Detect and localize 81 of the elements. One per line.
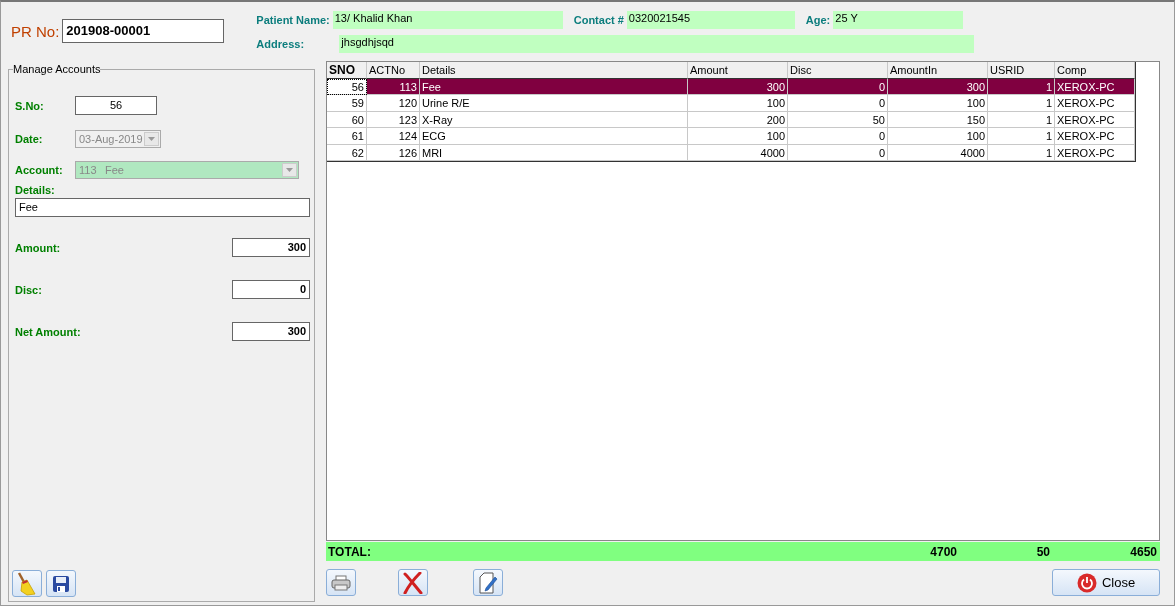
table-cell: 100 — [688, 95, 788, 112]
table-cell: 120 — [367, 95, 420, 112]
print-button[interactable] — [326, 569, 356, 596]
column-header[interactable]: Amount — [688, 62, 788, 79]
address-value: jhsgdhjsqd — [339, 35, 975, 53]
total-discount: 50 — [1035, 544, 1050, 559]
delete-button[interactable] — [398, 569, 428, 596]
table-cell: Urine R/E — [420, 95, 688, 112]
table-cell: 50 — [788, 111, 888, 128]
table-cell: 100 — [888, 95, 988, 112]
save-button[interactable] — [46, 570, 76, 597]
patient-field-label: Age: — [805, 14, 831, 26]
table-cell: 1 — [988, 95, 1055, 112]
dropdown-arrow-icon — [148, 137, 155, 141]
printer-icon — [331, 574, 351, 591]
amount-field[interactable]: 0 — [232, 280, 310, 299]
amount-field[interactable]: 300 — [232, 238, 310, 257]
details-label: Details: — [15, 184, 56, 196]
patient-field-label: Contact # — [573, 14, 624, 26]
broom-icon — [16, 571, 38, 596]
edit-document-icon — [478, 571, 498, 594]
column-header[interactable]: SNO — [327, 62, 367, 79]
details-field[interactable]: Fee — [15, 198, 310, 217]
group-title: Manage Accounts — [13, 63, 101, 75]
table-cell: 60 — [327, 111, 367, 128]
table-cell: MRI — [420, 144, 688, 161]
table-cell: 0 — [788, 128, 888, 145]
patient-field-value: 25 Y — [833, 11, 964, 29]
table-cell: 4000 — [688, 144, 788, 161]
pr-no-label: PR No: — [11, 22, 60, 40]
amount-label: Net Amount: — [15, 325, 81, 338]
total-label: TOTAL: — [327, 544, 372, 559]
column-header[interactable]: Disc — [788, 62, 888, 79]
patient-field-label: Patient Name: — [256, 14, 330, 26]
column-header[interactable]: ACTNo — [367, 62, 420, 79]
table-cell: 0 — [788, 144, 888, 161]
clear-button[interactable] — [12, 570, 42, 597]
table-cell: 59 — [327, 95, 367, 112]
account-label: Account: — [15, 164, 64, 176]
total-amount-in: 4650 — [1129, 544, 1157, 559]
column-header[interactable]: Comp — [1055, 62, 1135, 79]
save-icon — [52, 574, 70, 593]
patient-field-value: 13/ Khalid Khan — [332, 11, 563, 29]
column-header[interactable]: Details — [420, 62, 688, 79]
address-label: Address: — [256, 38, 306, 50]
pr-no-field[interactable]: 201908-00001 — [62, 19, 225, 43]
cross-icon — [403, 571, 423, 594]
table-cell: XEROX-PC — [1055, 128, 1135, 145]
table-cell: 1 — [988, 111, 1055, 128]
table-cell: 123 — [367, 111, 420, 128]
table-cell: XEROX-PC — [1055, 144, 1135, 161]
table-cell: 100 — [888, 128, 988, 145]
dropdown-arrow-icon — [286, 168, 293, 172]
table-cell: 0 — [788, 95, 888, 112]
table-cell: 4000 — [888, 144, 988, 161]
table-cell: X-Ray — [420, 111, 688, 128]
table-cell: 1 — [988, 128, 1055, 145]
table-cell: ECG — [420, 128, 688, 145]
table-cell: 62 — [327, 144, 367, 161]
patient-field-value: 0320021545 — [626, 11, 795, 29]
amount-label: Disc: — [15, 283, 42, 296]
power-icon — [1076, 572, 1097, 593]
table-cell: 200 — [688, 111, 788, 128]
table-cell: XEROX-PC — [1055, 111, 1135, 128]
table-cell: 126 — [367, 144, 420, 161]
amount-label: Amount: — [15, 241, 61, 254]
table-cell: 124 — [367, 128, 420, 145]
amount-field[interactable]: 300 — [232, 322, 310, 341]
table-cell: XEROX-PC — [1055, 95, 1135, 112]
table-cell: 100 — [688, 128, 788, 145]
edit-button[interactable] — [473, 569, 503, 596]
column-header[interactable]: AmountIn — [888, 62, 988, 79]
table-cell: 150 — [888, 111, 988, 128]
table-cell: 61 — [327, 128, 367, 145]
sno-label: S.No: — [15, 99, 45, 112]
close-button[interactable]: Close — [1052, 569, 1160, 596]
sno-field[interactable]: 56 — [75, 96, 157, 115]
table-cell: 1 — [988, 144, 1055, 161]
date-label: Date: — [15, 133, 44, 145]
total-amount: 4700 — [929, 544, 957, 559]
column-header[interactable]: USRID — [988, 62, 1055, 79]
